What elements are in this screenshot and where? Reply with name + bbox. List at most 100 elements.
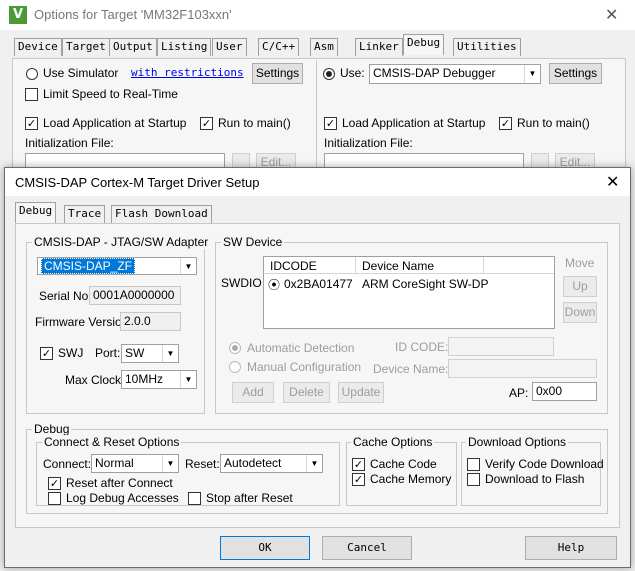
down-button[interactable]: Down [563, 302, 597, 323]
left-settings-button[interactable]: Settings [252, 63, 303, 84]
tab-output[interactable]: Output [109, 38, 157, 56]
right-run-to-main-checkbox[interactable]: ✓ [499, 117, 512, 130]
panel-divider [316, 60, 317, 170]
limit-speed-label: Limit Speed to Real-Time [43, 87, 178, 101]
dialog-tab-flash-download[interactable]: Flash Download [111, 205, 212, 223]
tab-debug[interactable]: Debug [403, 34, 445, 55]
download-flash-checkbox[interactable] [467, 473, 480, 486]
port-select-value: SW [125, 346, 145, 360]
tab-target[interactable]: Target [62, 38, 110, 56]
chevron-down-icon: ▼ [306, 455, 322, 472]
keil-app-icon: V [9, 6, 27, 24]
right-run-to-main-label: Run to main() [517, 116, 590, 130]
tab-device[interactable]: Device [14, 38, 62, 56]
manual-config-radio[interactable] [229, 361, 241, 373]
id-code-input[interactable] [448, 337, 554, 356]
limit-speed-checkbox[interactable] [25, 88, 38, 101]
update-button[interactable]: Update [338, 382, 384, 403]
row-idcode: 0x2BA01477 [284, 277, 353, 291]
download-flash-label: Download to Flash [485, 472, 585, 486]
left-run-to-main-label: Run to main() [218, 116, 291, 130]
move-label: Move [565, 256, 595, 270]
column-divider [355, 257, 356, 274]
help-button[interactable]: Help [525, 536, 617, 560]
close-icon[interactable]: ✕ [606, 174, 619, 190]
chevron-down-icon: ▼ [524, 65, 540, 83]
options-window-title: Options for Target 'MM32F103xxn' [34, 7, 232, 22]
tab-cc[interactable]: C/C++ [258, 38, 300, 56]
chevron-down-icon: ▼ [180, 371, 196, 388]
use-debugger-radio[interactable] [323, 68, 335, 80]
options-titlebar: V Options for Target 'MM32F103xxn' ✕ [0, 0, 635, 30]
tab-listing[interactable]: Listing [157, 38, 212, 56]
use-simulator-radio[interactable] [26, 68, 38, 80]
port-label: Port: [95, 346, 121, 360]
adapter-select-value: CMSIS-DAP_ZF [41, 258, 136, 274]
tab-asm[interactable]: Asm [310, 38, 338, 56]
column-header-device-name: Device Name [362, 259, 435, 273]
id-code-label: ID CODE: [395, 340, 449, 354]
swj-label: SWJ [58, 346, 84, 360]
max-clock-select[interactable]: 10MHz ▼ [121, 370, 197, 389]
right-load-app-label: Load Application at Startup [342, 116, 486, 130]
swdio-label: SWDIO [221, 276, 262, 290]
close-icon[interactable]: ✕ [605, 7, 618, 23]
left-init-file-label: Initialization File: [25, 136, 114, 150]
verify-download-checkbox[interactable] [467, 458, 480, 471]
dialog-tab-trace[interactable]: Trace [64, 205, 106, 223]
delete-button[interactable]: Delete [283, 382, 330, 403]
download-title: Download Options [466, 435, 569, 449]
cache-memory-checkbox[interactable]: ✓ [352, 473, 365, 486]
adapter-select[interactable]: CMSIS-DAP_ZF ▼ [37, 257, 197, 275]
reset-select[interactable]: Autodetect ▼ [220, 454, 323, 473]
tab-linker[interactable]: Linker [355, 38, 403, 56]
log-debug-checkbox[interactable] [48, 492, 61, 505]
cache-memory-label: Cache Memory [370, 472, 452, 486]
port-select[interactable]: SW ▼ [121, 344, 179, 363]
selected-target-icon: ⦿ [268, 278, 281, 292]
with-restrictions-link[interactable]: with restrictions [131, 66, 244, 79]
debugger-select[interactable]: CMSIS-DAP Debugger ▼ [369, 64, 541, 84]
max-clock-label: Max Clock: [65, 373, 125, 387]
device-name-input[interactable] [448, 359, 597, 378]
left-run-to-main-checkbox[interactable]: ✓ [200, 117, 213, 130]
column-header-idcode: IDCODE [270, 259, 317, 273]
auto-detection-radio[interactable] [229, 342, 241, 354]
max-clock-select-value: 10MHz [125, 372, 164, 386]
table-row[interactable]: ⦿ 0x2BA01477 ARM CoreSight SW-DP [264, 275, 554, 293]
tab-user[interactable]: User [212, 38, 247, 56]
options-tab-strip: Device Target Output Listing User C/C++ … [12, 34, 612, 58]
cache-title: Cache Options [351, 435, 435, 449]
right-init-file-label: Initialization File: [324, 136, 413, 150]
right-settings-button[interactable]: Settings [549, 63, 602, 84]
dialog-tab-debug[interactable]: Debug [15, 202, 57, 223]
right-load-app-checkbox[interactable]: ✓ [324, 117, 337, 130]
verify-download-label: Verify Code Download [485, 457, 604, 471]
log-debug-label: Log Debug Accesses [66, 491, 179, 505]
chevron-down-icon: ▼ [162, 345, 178, 362]
debug-group-title: Debug [32, 422, 72, 436]
device-table[interactable]: IDCODE Device Name ⦿ 0x2BA01477 ARM Core… [263, 256, 555, 329]
connect-select[interactable]: Normal ▼ [91, 454, 179, 473]
chevron-down-icon: ▼ [162, 455, 178, 472]
up-button[interactable]: Up [563, 276, 597, 297]
add-button[interactable]: Add [232, 382, 274, 403]
swj-checkbox[interactable]: ✓ [40, 347, 53, 360]
sw-device-group-title: SW Device [221, 235, 285, 249]
chevron-down-icon: ▼ [180, 258, 196, 274]
stop-after-reset-checkbox[interactable] [188, 492, 201, 505]
serial-label: Serial No: [39, 289, 92, 303]
ok-button[interactable]: OK [220, 536, 310, 560]
device-table-header: IDCODE Device Name [264, 257, 554, 274]
use-simulator-label: Use Simulator [43, 66, 119, 80]
ap-input[interactable]: 0x00 [532, 382, 597, 401]
connect-reset-title: Connect & Reset Options [42, 435, 182, 449]
dialog-titlebar: CMSIS-DAP Cortex-M Target Driver Setup ✕ [5, 168, 630, 196]
left-load-app-checkbox[interactable]: ✓ [25, 117, 38, 130]
cache-code-checkbox[interactable]: ✓ [352, 458, 365, 471]
firmware-value: 2.0.0 [120, 312, 181, 331]
reset-select-value: Autodetect [224, 456, 282, 470]
reset-after-connect-checkbox[interactable]: ✓ [48, 477, 61, 490]
cancel-button[interactable]: Cancel [322, 536, 412, 560]
tab-utilities[interactable]: Utilities [453, 38, 521, 56]
